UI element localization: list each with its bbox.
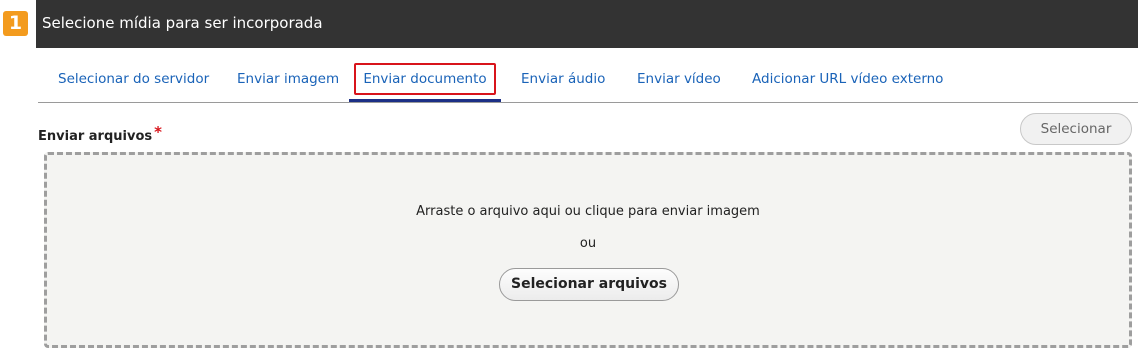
select-files-button[interactable]: Selecionar arquivos [499, 268, 679, 301]
tab-label: Adicionar URL vídeo externo [752, 71, 944, 87]
upload-files-label-text: Enviar arquivos [38, 129, 153, 144]
tab-label: Enviar documento [363, 71, 487, 87]
tab-label: Enviar áudio [521, 71, 606, 87]
dialog-title-bar: Selecione mídia para ser incorporada [36, 0, 1138, 48]
step-number-badge: 1 [3, 11, 28, 36]
tab-upload-audio[interactable]: Enviar áudio [521, 58, 605, 102]
media-source-tabs: Selecionar do servidor Enviar imagem Env… [38, 58, 1138, 103]
tab-select-from-server[interactable]: Selecionar do servidor [58, 58, 209, 102]
dropzone-instructions: Arraste o arquivo aqui ou clique para en… [416, 204, 760, 219]
dropzone-or-text: ou [579, 236, 597, 251]
file-dropzone[interactable]: Arraste o arquivo aqui ou clique para en… [44, 152, 1132, 348]
select-button[interactable]: Selecionar [1020, 113, 1132, 145]
tab-add-external-video-url[interactable]: Adicionar URL vídeo externo [752, 58, 943, 102]
tab-label: Enviar vídeo [637, 71, 721, 87]
dialog-title: Selecione mídia para ser incorporada [42, 14, 323, 32]
tab-label: Selecionar do servidor [58, 71, 210, 87]
tab-label: Enviar imagem [237, 71, 340, 87]
tab-upload-document[interactable]: Enviar documento [349, 58, 501, 102]
tab-upload-image[interactable]: Enviar imagem [237, 58, 339, 102]
tab-upload-video[interactable]: Enviar vídeo [637, 58, 721, 102]
required-marker: * [154, 123, 162, 141]
upload-files-label: Enviar arquivos * [38, 123, 162, 144]
